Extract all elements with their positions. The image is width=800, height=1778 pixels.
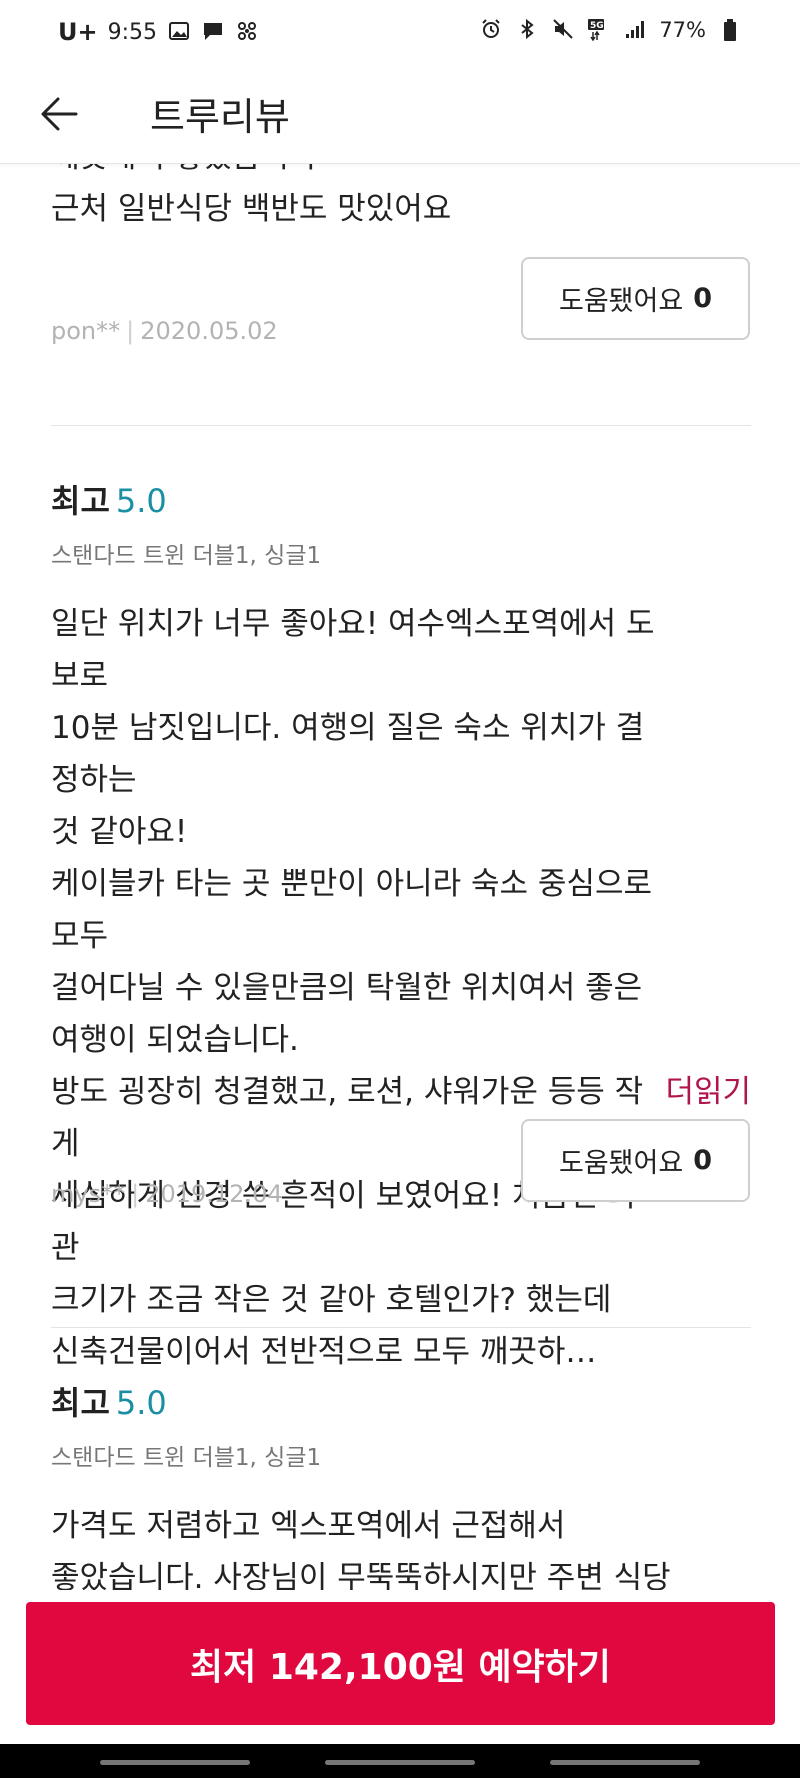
helpful-label: 도움됐어요 [559,1148,684,1179]
bluetooth-icon [515,18,539,42]
review-item: 최고 5.0 스탠다드 트윈 더블1, 싱글1 일단 위치가 너무 좋아요! 여수… [51,476,751,1370]
review-author: pon** [51,317,121,345]
review-meta: pon** | 2020.05.02 [51,317,278,345]
helpful-button[interactable]: 도움됐어요 0 [521,1119,750,1202]
room-type: 스탠다드 트윈 더블1, 싱글1 [51,1445,322,1471]
carrier-label: U+ [58,18,98,46]
status-bar-right: 5G 77% [479,18,742,42]
review-meta: mys** | 2019.12.04 [51,1180,283,1208]
gallery-icon [167,20,191,44]
message-icon [201,20,225,44]
rating-row: 최고 5.0 [51,1378,751,1424]
review-text: 근처 일반식당 백반도 맛있어요 [51,191,452,227]
review-text: 일단 위치가 너무 좋아요! 여수엑스포역에서 도보로 10분 남짓입니다. 여… [51,606,655,1370]
helpful-button[interactable]: 도움됐어요 0 [521,257,750,340]
app-notification-icon [235,20,259,44]
review-item: 최고 5.0 스탠다드 트윈 더블1, 싱글1 가격도 저렴하고 엑스포역에서 근… [51,1378,751,1615]
review-date: 2020.05.02 [140,317,278,345]
network-5g-icon: 5G [587,18,611,42]
system-nav-bar [0,1744,800,1778]
helpful-count: 0 [693,1145,712,1176]
battery-icon [718,18,742,42]
review-list[interactable]: 깨끗해서 좋았습니다 근처 일반식당 백반도 맛있어요 pon**|2020.0… [0,145,800,1615]
helpful-count: 0 [693,283,712,314]
review-divider [51,425,751,426]
nav-back-button[interactable] [550,1760,700,1765]
rating-label: 최고 [51,482,110,520]
rating-label: 최고 [51,1384,110,1422]
mute-icon [551,18,575,42]
read-more-link[interactable]: 더읽기 [665,1066,751,1111]
back-arrow-icon [41,97,78,131]
nav-recent-button[interactable] [100,1760,250,1765]
rating-row: 최고 5.0 [51,476,751,522]
helpful-label: 도움됐어요 [559,286,684,317]
rating-score: 5.0 [115,1384,167,1422]
status-bar-left: U+ 9:55 [58,18,259,46]
page-title: 트루리뷰 [150,95,290,139]
nav-home-button[interactable] [325,1760,475,1765]
book-button[interactable]: 최저 142,100원 예약하기 [26,1602,775,1725]
battery-percent: 77% [659,18,706,42]
alarm-icon [479,18,503,42]
signal-icon [623,18,647,42]
svg-text:5G: 5G [590,21,604,31]
back-button[interactable] [36,90,88,138]
clock: 9:55 [107,19,158,45]
rating-score: 5.0 [115,482,167,520]
review-date: 2019.12.04 [145,1180,283,1208]
review-author: mys** [51,1180,126,1208]
status-bar: U+ 9:55 5G 77% [0,0,800,64]
app-bar: 트루리뷰 [0,64,800,164]
room-type: 스탠다드 트윈 더블1, 싱글1 [51,543,322,569]
review-divider [51,1327,751,1328]
